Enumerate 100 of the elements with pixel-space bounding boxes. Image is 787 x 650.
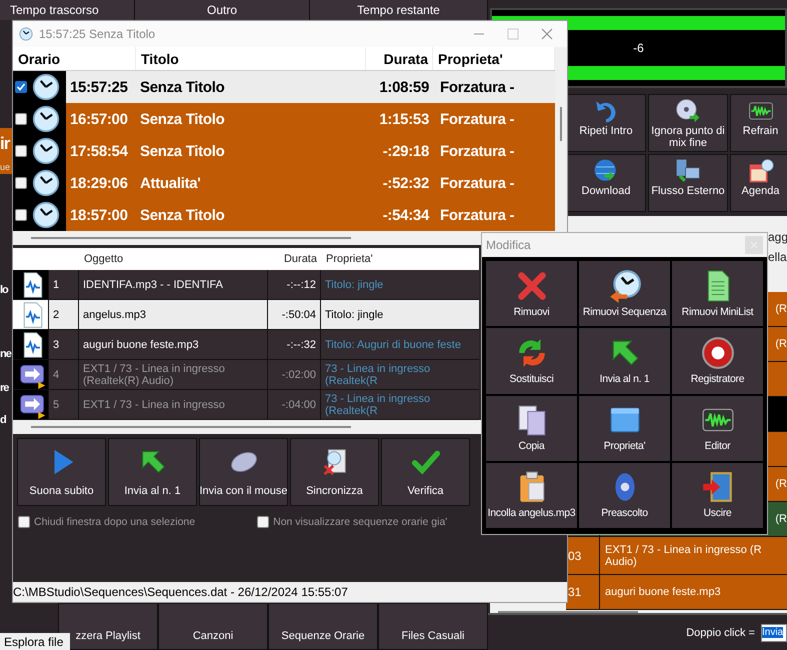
checkbox-label[interactable]: Chiudi finestra dopo una selezione [34, 516, 196, 528]
table-cell-text: -:54:34 [382, 206, 430, 224]
duration-fragment: 31 [568, 585, 582, 599]
clock-icon [608, 268, 642, 303]
tool-button[interactable]: Ripeti Intro [566, 94, 646, 152]
table-cell: IDENTIFA.mp3 - - IDENTIFA [79, 270, 268, 299]
checkbox-label[interactable]: Non visualizzare sequenze orarie gia' [273, 516, 448, 528]
checkbox[interactable] [15, 81, 27, 93]
column-header[interactable]: Oggetto [79, 253, 268, 265]
sequence-row[interactable]: 17:58:54 Senza Titolo -:29:18 Forzatura - [13, 135, 555, 167]
item-row[interactable]: 3 auguri buone feste.mp3 -:--:32 Titolo: Auguri di buone feste [13, 330, 479, 360]
toolbar-button[interactable]: Sequenze Orarie [268, 603, 378, 650]
edit-button[interactable]: Editor [672, 396, 763, 461]
table-cell: auguri buone feste.mp3 [79, 330, 268, 359]
table-cell-text: 18:57:00 [69, 206, 129, 224]
table-cell-text: Senza Titolo [139, 206, 226, 224]
playlist-row[interactable]: 03 EXT1 / 73 - Linea in ingresso (R Audio) [566, 537, 787, 575]
action-button[interactable]: Invia al n. 1 [108, 438, 197, 506]
item-row[interactable]: 1 IDENTIFA.mp3 - - IDENTIFA -:--:12 Titolo: jingle [13, 270, 479, 300]
table-cell-text: -:52:32 [382, 174, 430, 192]
sequence-row[interactable]: 15:57:25 Senza Titolo 1:08:59 Forzatura - [13, 71, 555, 103]
edit-button[interactable]: Rimuovi Sequenza [579, 261, 670, 326]
edit-button[interactable]: Uscire [672, 462, 763, 528]
checkbox[interactable] [257, 516, 270, 528]
header-fragment: ella [768, 250, 787, 264]
playlist-text: (R [775, 513, 787, 525]
action-button[interactable]: Verifica [381, 438, 470, 506]
close-icon[interactable] [541, 28, 553, 40]
table-cell-text: Senza Titolo [139, 78, 226, 96]
item-row[interactable]: 2 angelus.mp3 -:50:04 Titolo: jingle [13, 300, 479, 330]
disc-icon [675, 98, 701, 124]
clock-icon [19, 27, 33, 41]
table-cell: -:04:00 [268, 390, 321, 419]
column-header[interactable]: Proprieta' [433, 47, 555, 70]
window-title: 15:57:25 Senza Titolo [39, 27, 156, 41]
edit-button[interactable]: Incolla angelus.mp3 [486, 462, 577, 528]
action-button[interactable]: Sincronizza [290, 438, 379, 506]
table-cell: 3 [49, 330, 79, 359]
edit-button[interactable]: Preascolto [579, 462, 670, 528]
checkbox[interactable] [15, 209, 27, 221]
edit-button[interactable]: Rimuovi [486, 261, 577, 326]
column-header[interactable]: Orario [13, 47, 136, 70]
column-header: Outro [135, 0, 310, 20]
table-cell-text: Forzatura - [439, 206, 516, 224]
action-field[interactable]: Invia [761, 624, 787, 642]
column-header[interactable]: Titolo [136, 47, 366, 70]
tool-button[interactable]: Flusso Esterno [648, 154, 728, 212]
column-header[interactable]: Proprieta' [321, 253, 479, 265]
column-header[interactable]: Durata [366, 47, 433, 70]
label-fragment: ue [0, 160, 12, 174]
toolbar-button[interactable]: Canzoni [158, 603, 268, 650]
edit-button[interactable]: Copia [486, 396, 577, 461]
tool-button[interactable]: Refrain [730, 94, 787, 152]
record-icon [700, 336, 734, 370]
checkbox[interactable] [15, 177, 27, 189]
table-cell: EXT1 / 73 - Linea in ingresso [79, 390, 268, 419]
table-cell-text: 73 - Linea in ingresso (Realtek(R [324, 392, 432, 418]
toolbar-button[interactable]: Files Casuali [378, 603, 488, 650]
table-cell-text: Titolo: jingle [324, 308, 384, 322]
playlist-text: (R [775, 303, 787, 315]
tool-button[interactable]: Ignora punto di mix fine [648, 94, 728, 152]
table-cell-text: 17:58:54 [69, 142, 129, 160]
checkbox[interactable] [15, 113, 27, 125]
table-cell-text: Forzatura - [439, 174, 516, 192]
table-cell-text: -:29:18 [382, 142, 430, 160]
table-cell-text: 1:08:59 [378, 78, 430, 96]
playlist-row[interactable]: 31 auguri buone feste.mp3 [566, 575, 787, 610]
table-cell-text: Forzatura - [439, 78, 516, 96]
table-cell-text: Attualita' [139, 174, 202, 192]
table-cell-text: Senza Titolo [139, 110, 226, 128]
column-header: Tempo trascorso [0, 0, 135, 20]
table-cell-text: Titolo: Auguri di buone feste [324, 338, 462, 352]
sequence-row[interactable]: 18:57:00 Senza Titolo -:54:34 Forzatura - [13, 199, 555, 231]
tool-button[interactable]: Download [566, 154, 646, 212]
table-cell: -:02:00 [268, 360, 321, 389]
sequence-row[interactable]: 18:29:06 Attualita' -:52:32 Forzatura - [13, 167, 555, 199]
clock-icon [32, 201, 60, 229]
window-title: Modifica [486, 238, 531, 252]
edit-button[interactable]: Sostituisci [486, 328, 577, 394]
table-cell: 5 [49, 390, 79, 419]
label-fragment: ir [0, 128, 12, 160]
edit-button[interactable]: Invia al n. 1 [579, 328, 670, 394]
edit-button[interactable]: Registratore [672, 328, 763, 394]
header-fragment: agg [768, 230, 787, 244]
table-cell-text: 1:15:53 [378, 110, 430, 128]
computer-icon [675, 158, 701, 184]
column-header[interactable]: Durata [268, 253, 321, 265]
table-cell-text: Titolo: jingle [324, 278, 384, 292]
checkbox[interactable] [15, 145, 27, 157]
sequence-row[interactable]: 16:57:00 Senza Titolo 1:15:53 Forzatura - [13, 103, 555, 135]
tool-button[interactable]: Agenda [730, 154, 787, 212]
table-cell-text: 16:57:00 [69, 110, 129, 128]
checkbox[interactable] [18, 516, 30, 528]
edit-button[interactable]: Rimuovi MiniList [672, 261, 763, 326]
action-button[interactable]: Suona subito [17, 438, 106, 506]
action-button[interactable]: Invia con il mouse [199, 438, 288, 506]
edit-button[interactable]: Proprieta' [579, 396, 670, 461]
playlist-text: (R [775, 478, 787, 490]
table-cell: EXT1 / 73 - Linea in ingresso (Realtek(R) Audio) [79, 360, 268, 389]
table-cell-text: 73 - Linea in ingresso (Realtek(R [324, 362, 432, 388]
